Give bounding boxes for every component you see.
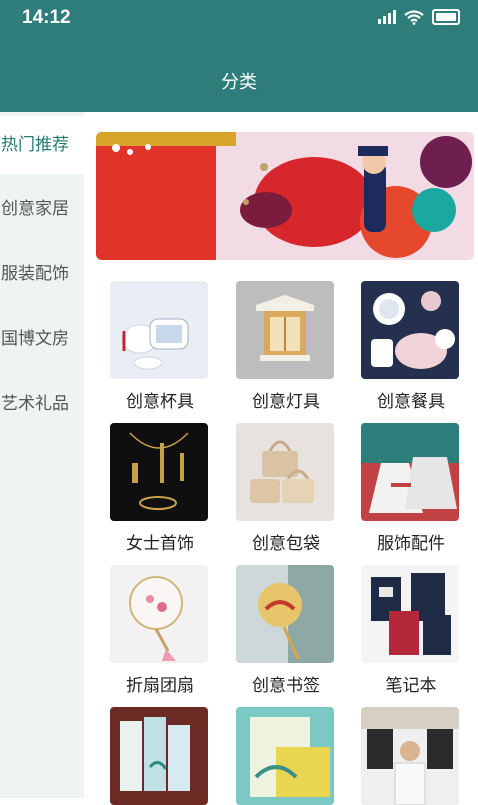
page-title: 分类 [221, 72, 257, 93]
tile-label: 创意书签 [252, 676, 320, 696]
tile-label: 创意杯具 [126, 392, 194, 412]
tile-label: 创意包袋 [252, 534, 320, 554]
tile-label: 创意灯具 [252, 392, 320, 412]
product-image [361, 565, 459, 663]
product-image [110, 423, 208, 521]
banner-illustration [96, 132, 474, 260]
tile-label: 折扇团扇 [126, 676, 194, 696]
product-image [110, 707, 208, 805]
tile-label: 笔记本 [385, 676, 437, 696]
sidebar-item-home[interactable]: 创意家居 [0, 180, 84, 238]
header-bar: 14:12 分类 [0, 0, 478, 112]
status-time: 14:12 [22, 7, 71, 28]
tile-label: 女士首饰 [126, 534, 194, 554]
product-image [236, 281, 334, 379]
product-image [361, 281, 459, 379]
product-image [236, 423, 334, 521]
product-image [110, 565, 208, 663]
product-image [361, 423, 459, 521]
sidebar-item-stationery[interactable]: 国博文房 [0, 310, 84, 368]
tile-label: 服饰配件 [377, 534, 445, 554]
sidebar-item-apparel[interactable]: 服装配饰 [0, 245, 84, 303]
product-image [236, 565, 334, 663]
signal-icon [378, 10, 396, 24]
product-image [236, 707, 334, 805]
product-image [110, 281, 208, 379]
category-sidebar: 热门推荐 创意家居 服装配饰 国博文房 艺术礼品 [0, 112, 84, 798]
sidebar-item-gifts[interactable]: 艺术礼品 [0, 375, 84, 433]
sidebar-item-hot[interactable]: 热门推荐 [0, 116, 84, 174]
status-icons [378, 9, 460, 25]
tile-label: 创意餐具 [377, 392, 445, 412]
battery-icon [432, 9, 460, 25]
product-image [361, 707, 459, 805]
promo-banner[interactable] [96, 132, 474, 260]
wifi-icon [404, 9, 424, 25]
